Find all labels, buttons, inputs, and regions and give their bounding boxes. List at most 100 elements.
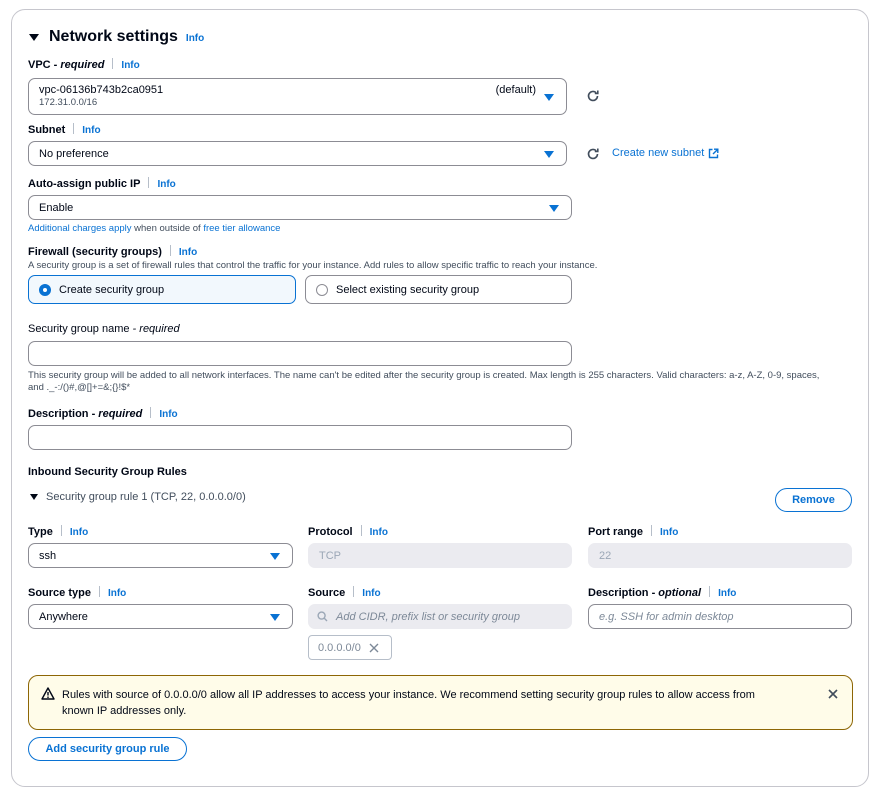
chevron-down-icon [270, 613, 280, 621]
source-token-label: 0.0.0.0/0 [318, 641, 361, 654]
free-tier-link[interactable]: free tier allowance [203, 223, 280, 234]
subnet-info-link[interactable]: Info [82, 125, 100, 136]
caret-down-icon [30, 494, 38, 500]
source-label-row: Source Info [308, 586, 381, 599]
firewall-description: A security group is a set of firewall ru… [28, 260, 598, 271]
subnet-label: Subnet [28, 124, 66, 136]
sg-name-label: Security group name - required [28, 323, 180, 335]
type-info-link[interactable]: Info [70, 527, 88, 538]
vpc-cidr: 172.31.0.0/16 [39, 97, 98, 108]
protocol-value: TCP [319, 549, 341, 562]
description-info-link[interactable]: Info [159, 409, 177, 420]
add-security-group-rule-button[interactable]: Add security group rule [28, 737, 187, 761]
port-range-label-row: Port range Info [588, 525, 678, 538]
external-link-icon [709, 148, 719, 158]
create-security-group-option[interactable]: Create security group [28, 275, 296, 304]
source-type-label-row: Source type Info [28, 586, 126, 599]
warning-line1: Rules with source of 0.0.0.0/0 allow all… [62, 689, 755, 701]
sg-name-help-line1: This security group will be added to all… [28, 370, 820, 381]
warning-text: Rules with source of 0.0.0.0/0 allow all… [62, 687, 792, 719]
firewall-label: Firewall (security groups) [28, 246, 162, 258]
source-type-info-link[interactable]: Info [108, 588, 126, 599]
firewall-info-link[interactable]: Info [179, 247, 197, 258]
auto-ip-value: Enable [39, 201, 74, 214]
radio-unselected-icon [316, 283, 328, 296]
port-range-value: 22 [599, 549, 612, 562]
type-select[interactable]: ssh [28, 543, 293, 568]
auto-ip-info-link[interactable]: Info [157, 179, 175, 190]
port-range-info-link[interactable]: Info [660, 527, 678, 538]
warning-icon [41, 687, 55, 700]
auto-ip-note-text: when outside of [131, 223, 204, 234]
source-type-select[interactable]: Anywhere [28, 604, 293, 629]
inbound-rules-title: Inbound Security Group Rules [28, 466, 187, 478]
subnet-select[interactable]: No preference [28, 141, 567, 166]
auto-ip-label: Auto-assign public IP [28, 178, 141, 190]
protocol-info-link[interactable]: Info [370, 527, 388, 538]
type-label-row: Type Info [28, 525, 88, 538]
refresh-icon[interactable] [585, 88, 601, 104]
section-info-link[interactable]: Info [186, 33, 204, 44]
rule-description-info-link[interactable]: Info [718, 588, 736, 599]
subnet-label-row: Subnet Info [28, 123, 101, 136]
warning-alert: Rules with source of 0.0.0.0/0 allow all… [28, 675, 853, 730]
chevron-down-icon [544, 150, 554, 158]
source-search-input[interactable]: Add CIDR, prefix list or security group [308, 604, 572, 629]
remove-rule-button[interactable]: Remove [775, 488, 852, 512]
rule-1-header[interactable]: Security group rule 1 (TCP, 22, 0.0.0.0/… [30, 491, 246, 503]
vpc-select[interactable]: vpc-06136b743b2ca0951 172.31.0.0/16 (def… [28, 78, 567, 115]
rule-description-label: Description - optional [588, 587, 702, 599]
sg-name-help-line2: and ._-:/()#,@[]+=&;{}!$* [28, 382, 131, 393]
description-input[interactable] [28, 425, 572, 450]
auto-ip-select[interactable]: Enable [28, 195, 572, 220]
protocol-label: Protocol [308, 526, 353, 538]
select-existing-label: Select existing security group [336, 283, 480, 296]
source-placeholder: Add CIDR, prefix list or security group [336, 610, 521, 623]
vpc-default-tag: (default) [495, 84, 536, 96]
sg-name-help: This security group will be added to all… [28, 370, 858, 394]
search-icon [317, 611, 328, 622]
vpc-label: VPC - required [28, 59, 105, 71]
port-range-label: Port range [588, 526, 644, 538]
description-label-row: Description - required Info [28, 407, 178, 420]
vpc-label-row: VPC - required Info [28, 58, 140, 71]
close-icon[interactable] [369, 643, 379, 653]
source-type-label: Source type [28, 587, 91, 599]
dismiss-icon[interactable] [828, 689, 838, 699]
source-token: 0.0.0.0/0 [308, 635, 392, 660]
radio-selected-icon [39, 283, 51, 296]
source-info-link[interactable]: Info [362, 588, 380, 599]
section-header[interactable]: Network settings Info [29, 28, 204, 46]
rule-description-label-row: Description - optional Info [588, 586, 736, 599]
chevron-down-icon [549, 204, 559, 212]
collapse-caret-icon[interactable] [29, 33, 39, 41]
description-label: Description - required [28, 408, 143, 420]
create-subnet-text: Create new subnet [612, 147, 705, 159]
source-label: Source [308, 587, 346, 599]
chevron-down-icon [544, 93, 554, 101]
select-existing-security-group-option[interactable]: Select existing security group [305, 275, 572, 304]
create-security-group-label: Create security group [59, 283, 165, 296]
warning-line2: known IP addresses only. [62, 705, 187, 717]
auto-ip-note: Additional charges apply when outside of… [28, 223, 280, 234]
source-type-value: Anywhere [39, 610, 88, 623]
sg-name-input[interactable] [28, 341, 572, 366]
protocol-field: TCP [308, 543, 572, 568]
protocol-label-row: Protocol Info [308, 525, 388, 538]
rule-description-input[interactable]: e.g. SSH for admin desktop [588, 604, 852, 629]
type-label: Type [28, 526, 53, 538]
network-settings-panel: Network settings Info VPC - required Info… [11, 9, 869, 787]
auto-ip-label-row: Auto-assign public IP Info [28, 177, 176, 190]
vpc-info-link[interactable]: Info [121, 60, 139, 71]
section-title: Network settings [49, 28, 178, 45]
create-subnet-link[interactable]: Create new subnet [612, 147, 719, 159]
vpc-id: vpc-06136b743b2ca0951 [39, 84, 164, 96]
type-value: ssh [39, 549, 57, 562]
port-range-field: 22 [588, 543, 852, 568]
additional-charges-link[interactable]: Additional charges apply [28, 223, 132, 234]
rule-1-title: Security group rule 1 (TCP, 22, 0.0.0.0/… [46, 491, 246, 503]
chevron-down-icon [270, 552, 280, 560]
subnet-value: No preference [39, 147, 109, 160]
rule-description-placeholder: e.g. SSH for admin desktop [599, 610, 734, 623]
refresh-icon[interactable] [585, 146, 601, 162]
